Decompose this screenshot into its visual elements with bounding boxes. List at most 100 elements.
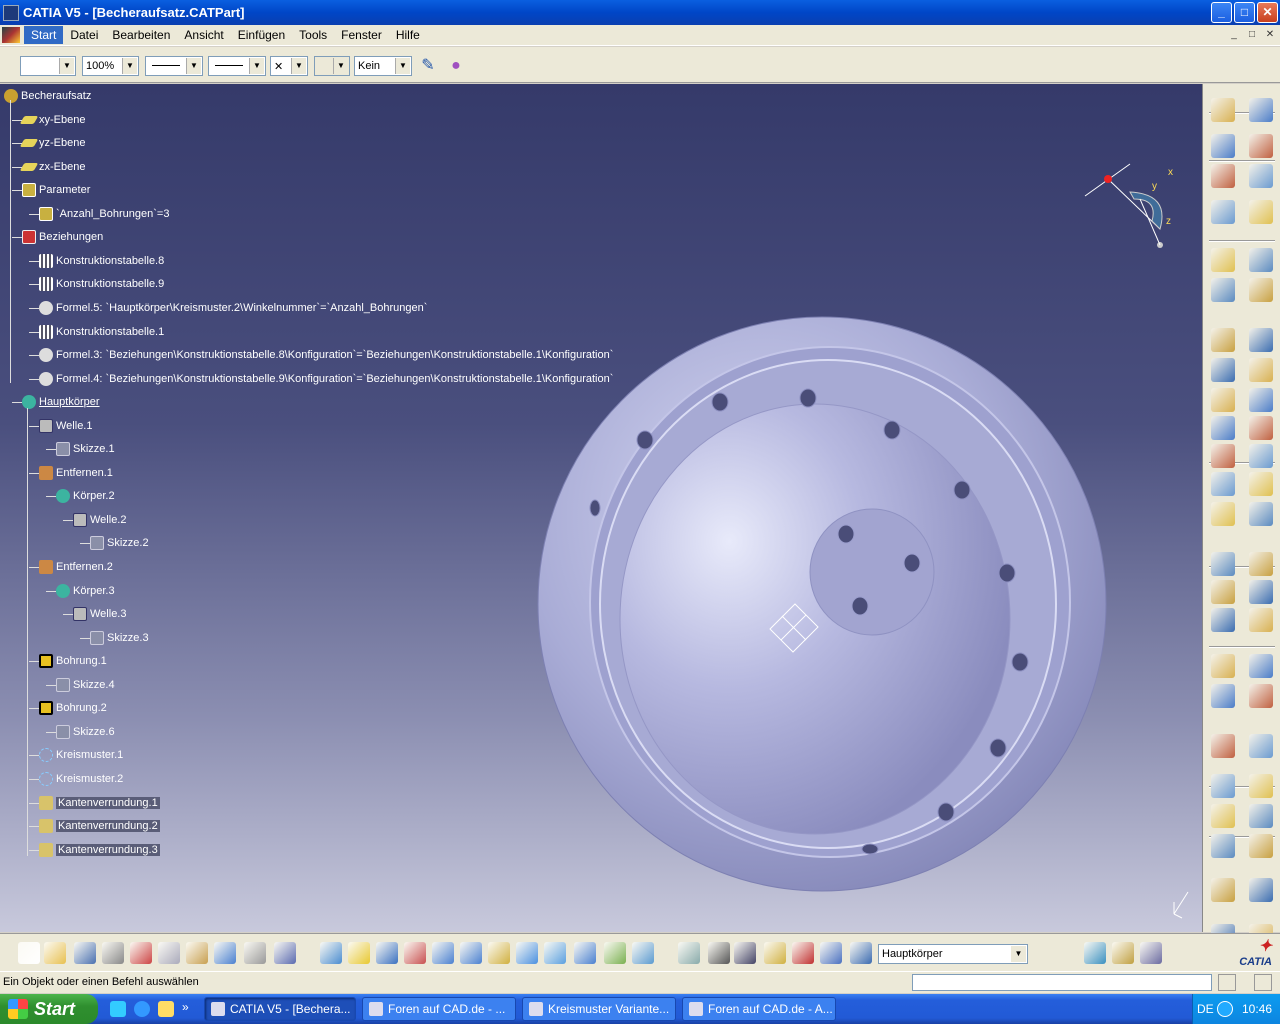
tree-node-label[interactable]: Formel.5: `Hauptkörper\Kreismuster.2\Win… bbox=[56, 302, 427, 314]
status-button-1[interactable] bbox=[1218, 974, 1236, 991]
workbench-tool-icon[interactable] bbox=[1211, 834, 1235, 858]
quicklaunch-media-icon[interactable] bbox=[158, 1001, 174, 1017]
current-body-select[interactable]: Hauptkörper ▼ bbox=[878, 944, 1028, 964]
tree-node-label[interactable]: yz-Ebene bbox=[39, 137, 85, 149]
chevron-down-icon[interactable]: ▼ bbox=[333, 58, 348, 74]
tree-node-label[interactable]: Parameter bbox=[39, 184, 90, 196]
shading-icon[interactable] bbox=[574, 942, 596, 964]
tree-node-label[interactable]: Hauptkörper bbox=[39, 396, 100, 408]
workbench-tool-icon[interactable] bbox=[1211, 608, 1235, 632]
doc-restore-button[interactable]: □ bbox=[1244, 28, 1260, 42]
plane-icon[interactable] bbox=[19, 139, 39, 148]
new-icon[interactable] bbox=[18, 942, 40, 964]
workbench-tool-icon[interactable] bbox=[1211, 388, 1235, 412]
menu-hilfe[interactable]: Hilfe bbox=[389, 26, 427, 44]
catia-app-icon[interactable] bbox=[3, 4, 19, 21]
workbench-tool-icon[interactable] bbox=[1249, 654, 1273, 678]
tree-sketch-1[interactable]: Skizze.1 bbox=[56, 439, 115, 459]
menu-einfuegen[interactable]: Einfügen bbox=[231, 26, 292, 44]
shaft-icon[interactable] bbox=[39, 418, 53, 433]
tree-shaft-3[interactable]: Welle.3 bbox=[73, 604, 126, 624]
tree-node-label[interactable]: Entfernen.2 bbox=[56, 561, 113, 573]
tree-node-label[interactable]: Kreismuster.2 bbox=[56, 773, 123, 785]
tree-node-label[interactable]: `Anzahl_Bohrungen`=3 bbox=[56, 208, 169, 220]
tree-node-label[interactable]: Bohrung.2 bbox=[56, 702, 107, 714]
table-icon[interactable] bbox=[39, 277, 53, 292]
point-symbol-combo[interactable]: ✕ ▼ bbox=[270, 56, 308, 76]
workbench-tool-icon[interactable] bbox=[1211, 580, 1235, 604]
tree-node-label[interactable]: Bohrung.1 bbox=[56, 655, 107, 667]
close-button[interactable]: ✕ bbox=[1257, 2, 1278, 23]
body-icon[interactable] bbox=[850, 942, 872, 964]
linetype-combo[interactable]: ▼ bbox=[145, 56, 203, 76]
help-icon[interactable] bbox=[274, 942, 296, 964]
sketch-icon[interactable] bbox=[90, 536, 104, 551]
maximize-button[interactable]: □ bbox=[1234, 2, 1255, 23]
paste-icon[interactable] bbox=[186, 942, 208, 964]
tree-table-9[interactable]: Konstruktionstabelle.9 bbox=[39, 274, 164, 294]
chevron-down-icon[interactable]: ▼ bbox=[395, 58, 410, 74]
layer-filter-combo[interactable]: ▼ bbox=[314, 56, 350, 76]
shaft-icon[interactable] bbox=[73, 512, 87, 527]
params-icon[interactable] bbox=[39, 206, 53, 221]
tree-node-label[interactable]: Kreismuster.1 bbox=[56, 749, 123, 761]
chevron-down-icon[interactable]: ▼ bbox=[186, 58, 201, 74]
workbench-tool-icon[interactable] bbox=[1211, 684, 1235, 708]
params-icon[interactable] bbox=[22, 183, 36, 198]
task-browser-2[interactable]: Kreismuster Variante... bbox=[522, 997, 676, 1021]
hole-icon[interactable] bbox=[39, 701, 53, 716]
table-icon[interactable] bbox=[39, 253, 53, 268]
tree-node-label[interactable]: Becheraufsatz bbox=[21, 90, 91, 102]
knowledge-icon[interactable] bbox=[1084, 942, 1106, 964]
minimize-button[interactable]: _ bbox=[1211, 2, 1232, 23]
quicklaunch-more[interactable]: » bbox=[182, 1000, 189, 1014]
workbench-tool-icon[interactable] bbox=[1211, 278, 1235, 302]
chevron-down-icon[interactable]: ▼ bbox=[249, 58, 264, 74]
tree-table-8[interactable]: Konstruktionstabelle.8 bbox=[39, 251, 164, 271]
workbench-tool-icon[interactable] bbox=[1211, 804, 1235, 828]
workbench-tool-icon[interactable] bbox=[1249, 734, 1273, 758]
tree-node-label[interactable]: Entfernen.1 bbox=[56, 467, 113, 479]
workbench-tool-icon[interactable] bbox=[1249, 608, 1273, 632]
sketch-icon[interactable] bbox=[56, 724, 70, 739]
plane-icon[interactable] bbox=[19, 162, 39, 171]
undo-icon[interactable] bbox=[214, 942, 236, 964]
print-icon[interactable] bbox=[102, 942, 124, 964]
linewidth-combo[interactable]: ▼ bbox=[208, 56, 266, 76]
formula-icon[interactable] bbox=[39, 371, 53, 386]
tree-node-label[interactable]: Skizze.4 bbox=[73, 679, 115, 691]
workbench-tool-icon[interactable] bbox=[1211, 248, 1235, 272]
workbench-tool-icon[interactable] bbox=[1249, 552, 1273, 576]
tree-node-label[interactable]: Skizze.6 bbox=[73, 726, 115, 738]
menu-start[interactable]: Start bbox=[24, 26, 64, 44]
tree-pocket-1[interactable]: Entfernen.1 bbox=[39, 463, 113, 483]
tree-node-label[interactable]: zx-Ebene bbox=[39, 161, 85, 173]
workbench-tool-icon[interactable] bbox=[1249, 134, 1273, 158]
tree-node-label[interactable]: Kantenverrundung.1 bbox=[56, 796, 160, 809]
tree-fillet-2[interactable]: Kantenverrundung.2 bbox=[39, 816, 160, 836]
tree-fillet-3[interactable]: Kantenverrundung.3 bbox=[39, 840, 160, 860]
workbench-tool-icon[interactable] bbox=[1211, 134, 1235, 158]
workbench-tool-icon[interactable] bbox=[1211, 328, 1235, 352]
workbench-tool-icon[interactable] bbox=[1249, 416, 1273, 440]
workbench-tool-icon[interactable] bbox=[1211, 472, 1235, 496]
tree-parameters[interactable]: Parameter bbox=[22, 180, 90, 200]
redo-icon[interactable] bbox=[244, 942, 266, 964]
hole-icon[interactable] bbox=[39, 654, 53, 669]
sketch-icon[interactable] bbox=[56, 442, 70, 457]
workbench-tool-icon[interactable] bbox=[1249, 878, 1273, 902]
fit-all-icon[interactable] bbox=[348, 942, 370, 964]
tree-node-label[interactable]: Konstruktionstabelle.9 bbox=[56, 278, 164, 290]
tree-main-body[interactable]: Hauptkörper bbox=[22, 392, 100, 412]
measure-icon[interactable] bbox=[764, 942, 786, 964]
workbench-tool-icon[interactable] bbox=[1249, 684, 1273, 708]
layer-combo[interactable]: Kein ▼ bbox=[354, 56, 412, 76]
workbench-tool-icon[interactable] bbox=[1249, 388, 1273, 412]
workbench-tool-icon[interactable] bbox=[1249, 444, 1273, 468]
cone-surface[interactable] bbox=[619, 403, 1011, 835]
workbench-tool-icon[interactable] bbox=[1211, 164, 1235, 188]
center-boss[interactable] bbox=[809, 508, 935, 636]
workbench-tool-icon[interactable] bbox=[1211, 416, 1235, 440]
workbench-tool-icon[interactable] bbox=[1249, 804, 1273, 828]
formula-icon[interactable] bbox=[39, 300, 53, 315]
